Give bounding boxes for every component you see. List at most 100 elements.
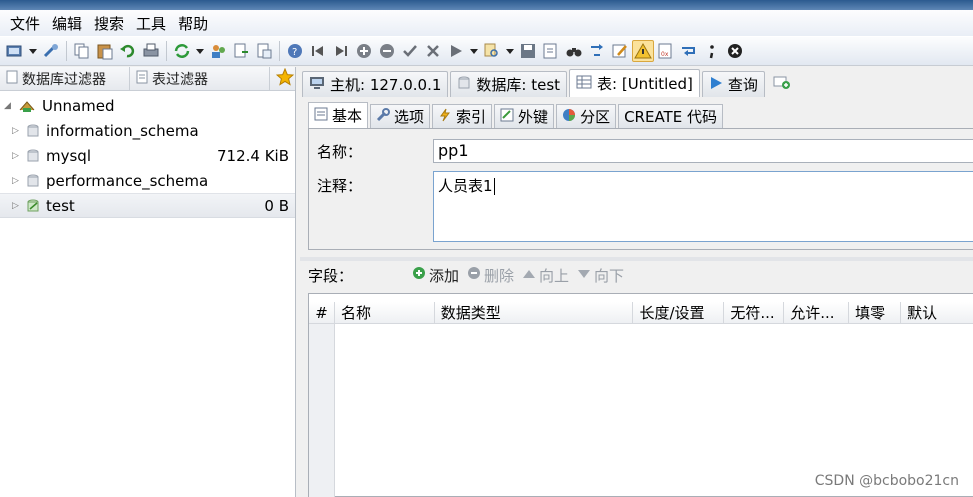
help-icon[interactable]: ? — [284, 40, 306, 62]
refresh-icon[interactable] — [171, 40, 193, 62]
chevron-down-icon[interactable] — [27, 40, 39, 62]
undo-icon[interactable] — [117, 40, 139, 62]
run-query-icon[interactable] — [445, 40, 467, 62]
tab-host[interactable]: 主机: 127.0.0.1 — [302, 71, 449, 97]
tree-item-database[interactable]: ▷ information_schema — [0, 118, 295, 143]
toolbar-separator — [166, 41, 167, 61]
chevron-down-icon[interactable] — [504, 40, 516, 62]
menu-help[interactable]: 帮助 — [172, 13, 214, 34]
menu-tools[interactable]: 工具 — [130, 13, 172, 34]
column-header[interactable]: 名称 — [334, 302, 435, 324]
column-header[interactable]: # — [309, 302, 335, 324]
chevron-down-icon[interactable] — [194, 40, 206, 62]
fields-label: 字段： — [308, 266, 354, 285]
find-icon[interactable] — [481, 40, 503, 62]
expand-icon[interactable]: ▷ — [12, 151, 22, 161]
text-caret — [493, 178, 495, 195]
stop-icon[interactable] — [724, 40, 746, 62]
foreign-key-icon — [500, 108, 514, 126]
menu-file[interactable]: 文件 — [4, 13, 46, 34]
tab-options[interactable]: 选项 — [370, 104, 431, 128]
move-down-button[interactable]: 向下 — [577, 265, 624, 286]
first-record-icon[interactable] — [307, 40, 329, 62]
database-active-icon — [26, 198, 40, 214]
tree-item-database[interactable]: ▷ mysql 712.4 KiB — [0, 143, 295, 168]
print-icon[interactable] — [140, 40, 162, 62]
column-header[interactable]: 允许... — [784, 302, 850, 324]
svg-text:0x: 0x — [661, 51, 669, 58]
new-query-tab-button[interactable] — [767, 71, 797, 97]
wrench-icon — [376, 107, 391, 126]
import-icon[interactable] — [253, 40, 275, 62]
session-manager-icon[interactable] — [4, 40, 26, 62]
post-edit-icon[interactable] — [399, 40, 421, 62]
hex-icon[interactable]: 0x — [655, 40, 677, 62]
save-as-icon[interactable] — [540, 40, 562, 62]
expand-icon[interactable]: ▷ — [12, 201, 22, 211]
tab-indexes[interactable]: 索引 — [432, 104, 493, 128]
tab-basic[interactable]: 基本 — [308, 102, 369, 128]
tab-create-code[interactable]: CREATE 代码 — [618, 104, 723, 128]
column-header[interactable]: 长度/设置 — [633, 302, 725, 324]
binoculars-icon[interactable] — [563, 40, 585, 62]
column-header[interactable]: 无符... — [724, 302, 785, 324]
star-icon[interactable] — [275, 67, 295, 90]
copy-icon[interactable] — [71, 40, 93, 62]
user-manager-icon[interactable] — [207, 40, 229, 62]
insert-record-icon[interactable] — [353, 40, 375, 62]
expand-icon[interactable]: ▷ — [12, 176, 22, 186]
tab-indexes-label: 索引 — [456, 108, 487, 126]
tab-partitions[interactable]: 分区 — [556, 104, 617, 128]
tab-database[interactable]: 数据库: test — [450, 71, 568, 97]
add-field-button[interactable]: 添加 — [412, 265, 459, 286]
export-icon[interactable] — [230, 40, 252, 62]
watermark: CSDN @bcbobo21cn — [814, 473, 959, 489]
edit-note-icon[interactable] — [609, 40, 631, 62]
semicolon-icon[interactable] — [701, 40, 723, 62]
disconnect-icon[interactable] — [40, 40, 62, 62]
database-name: information_schema — [46, 121, 199, 140]
column-header[interactable]: 数据类型 — [434, 302, 634, 324]
delete-field-button[interactable]: 删除 — [467, 265, 514, 286]
panel-splitter[interactable] — [300, 257, 973, 261]
column-header[interactable]: 填零 — [849, 302, 902, 324]
menu-edit[interactable]: 编辑 — [46, 13, 88, 34]
tree-root-session[interactable]: ◢ Unnamed — [0, 93, 295, 118]
table-name-input[interactable]: pp1 — [433, 139, 973, 163]
column-header[interactable]: 默认 — [901, 302, 973, 324]
delete-record-icon[interactable] — [376, 40, 398, 62]
chevron-down-icon[interactable] — [468, 40, 480, 62]
replace-icon[interactable] — [586, 40, 608, 62]
database-size: 712.4 KiB — [216, 146, 289, 165]
db-filter-label: 数据库过滤器 — [22, 71, 106, 88]
tree-item-database-selected[interactable]: ▷ test 0 B — [0, 193, 295, 218]
move-up-button[interactable]: 向上 — [522, 265, 569, 286]
database-icon — [26, 148, 40, 164]
table-comment-input[interactable]: 人员表1 — [433, 171, 973, 242]
tab-foreign-keys[interactable]: 外键 — [494, 104, 555, 128]
database-name: mysql — [46, 146, 91, 165]
warning-icon[interactable] — [632, 40, 654, 62]
db-filter-tab[interactable]: 数据库过滤器 — [0, 66, 130, 91]
play-icon — [709, 75, 723, 95]
collapse-icon[interactable]: ◢ — [4, 101, 14, 111]
wrap-icon[interactable] — [678, 40, 700, 62]
tab-options-label: 选项 — [394, 108, 425, 126]
last-record-icon[interactable] — [330, 40, 352, 62]
host-icon — [309, 75, 325, 95]
menu-search[interactable]: 搜索 — [88, 13, 130, 34]
tree-item-database[interactable]: ▷ performance_schema — [0, 168, 295, 193]
fields-grid: # 名称 数据类型 长度/设置 无符... 允许... 填零 默认 — [308, 293, 973, 497]
cancel-edit-icon[interactable] — [422, 40, 444, 62]
tab-foreign-keys-label: 外键 — [518, 108, 549, 126]
window-title-strip — [0, 0, 973, 10]
tab-query[interactable]: 查询 — [701, 71, 765, 97]
save-icon[interactable] — [517, 40, 539, 62]
table-filter-tab[interactable]: 表过滤器 — [130, 66, 270, 91]
table-filter-icon — [136, 70, 148, 88]
tab-table[interactable]: 表: [Untitled] — [569, 69, 700, 97]
expand-icon[interactable]: ▷ — [12, 126, 22, 136]
paste-icon[interactable] — [94, 40, 116, 62]
table-editor-tabs: 基本 选项 索引 外键 分区 CREATE 代码 — [308, 102, 723, 128]
table-filter-label: 表过滤器 — [152, 71, 208, 88]
